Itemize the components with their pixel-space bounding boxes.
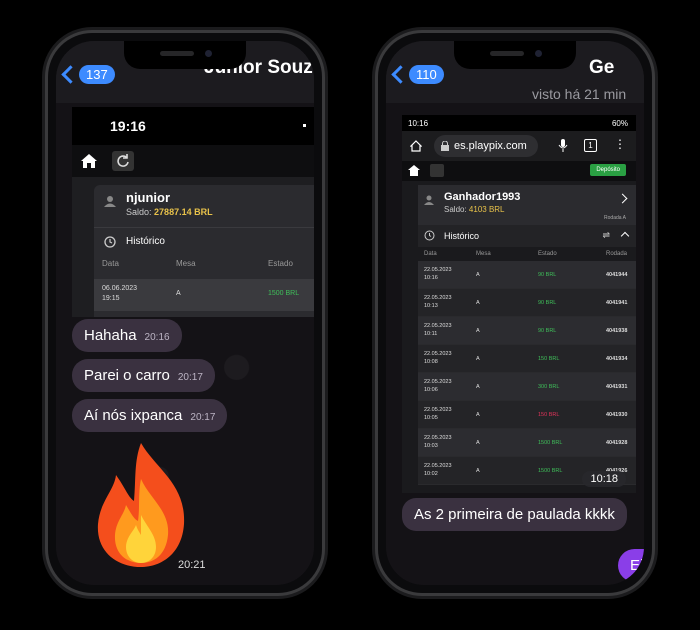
message-bubble[interactable]: Parei o carro 20:17	[72, 359, 215, 392]
left-phone: 137 Junior Souza 19:16 njunior Saldo: 27…	[48, 33, 322, 593]
user-icon	[424, 195, 434, 205]
shared-screenshot[interactable]: 19:16 njunior Saldo: 27887.14 BRL Histór…	[72, 107, 314, 317]
fire-emoji-sticker[interactable]	[86, 439, 196, 569]
url-text: es.playpix.com	[454, 140, 527, 152]
table-row: 22.05.2023 10:03 A 1500 BRL 4041928	[418, 429, 636, 457]
table-row: 22.05.2023 10:08 A 150 BRL 4041934	[418, 345, 636, 373]
table-row: 06.06.2023 19:15 A 1500 BRL	[94, 279, 314, 311]
table-row: 22.05.2023 10:13 A 90 BRL 4041941	[418, 289, 636, 317]
col-estado: Estado	[268, 259, 293, 268]
col-mesa: Mesa	[176, 259, 196, 268]
deposit-button[interactable]: Depósito	[590, 164, 626, 176]
saldo-value: 4103 BRL	[468, 205, 505, 214]
unread-badge: 110	[409, 65, 444, 84]
message-bubble[interactable]: Aí nós ixpanca 20:17	[72, 399, 228, 432]
unread-badge: 137	[79, 65, 115, 84]
refresh-icon[interactable]	[430, 164, 444, 177]
back-button[interactable]: 137	[61, 65, 115, 84]
username: njunior	[126, 190, 171, 205]
back-button[interactable]: 110	[391, 65, 444, 84]
contact-name[interactable]: Ge	[589, 57, 614, 79]
home-icon[interactable]	[408, 165, 420, 176]
screenshot-time: 10:18	[582, 471, 626, 487]
message-bubble[interactable]: Hahaha 20:16	[72, 319, 182, 352]
history-label: Histórico	[126, 236, 165, 247]
username: Ganhador1993	[444, 191, 521, 203]
chevron-left-icon	[391, 65, 410, 84]
notch	[124, 41, 246, 69]
message-bubble[interactable]: As 2 primeira de paulada kkkk	[402, 498, 627, 531]
more-icon[interactable]: ⋮	[614, 137, 626, 151]
profile-card: njunior Saldo: 27887.14 BRL Histórico Da…	[94, 185, 314, 317]
chevron-left-icon	[61, 65, 80, 84]
sent-message-bubble[interactable]: Eita	[618, 549, 644, 582]
lock-icon	[441, 141, 449, 151]
filter-icon[interactable]: ⇌	[602, 230, 610, 241]
sticker-time: 20:21	[178, 559, 206, 571]
history-icon	[104, 236, 116, 248]
saldo-label: Saldo:	[126, 207, 152, 217]
home-icon[interactable]	[410, 140, 422, 152]
chevron-right-icon[interactable]	[617, 193, 628, 204]
table-row: 22.05.2023 10:05 A 150 BRL 4041930	[418, 401, 636, 429]
col-data: Data	[102, 259, 119, 268]
user-icon	[104, 196, 116, 207]
refresh-icon[interactable]	[112, 151, 134, 171]
history-icon	[424, 230, 435, 241]
table-row: 22.05.2023 10:06 A 300 BRL 4041931	[418, 373, 636, 401]
notch	[454, 41, 576, 69]
url-bar[interactable]: es.playpix.com	[434, 135, 538, 157]
home-icon[interactable]	[80, 153, 98, 169]
table-row: 22.05.2023 10:16 A 90 BRL 4041944	[418, 261, 636, 289]
battery-level: 60%	[611, 119, 628, 128]
saldo-value: 27887.14 BRL	[154, 207, 213, 217]
history-table: 22.05.2023 10:16 A 90 BRL 4041944 22.05.2023 1…	[418, 261, 636, 485]
left-screen: 137 Junior Souza 19:16 njunior Saldo: 27…	[56, 41, 314, 585]
status-time: 10:16	[408, 119, 429, 128]
microphone-icon[interactable]	[558, 139, 568, 153]
right-screen: 110 Ge visto há 21 min 10:16 60% es.play…	[386, 41, 644, 585]
shared-screenshot[interactable]: 10:16 60% es.playpix.com 1 ⋮ Depósito Ga…	[402, 115, 636, 493]
right-phone: 110 Ge visto há 21 min 10:16 60% es.play…	[378, 33, 652, 593]
chevron-up-icon[interactable]	[620, 231, 630, 241]
last-seen-status: visto há 21 min	[532, 86, 627, 102]
status-clock: 19:16	[110, 118, 146, 134]
table-row: 22.05.2023 10:11 A 90 BRL 4041938	[418, 317, 636, 345]
tabs-count[interactable]: 1	[584, 139, 597, 152]
history-label: Histórico	[444, 231, 480, 241]
profile-card: Ganhador1993 Saldo: 4103 BRL Rodada A	[418, 185, 636, 225]
